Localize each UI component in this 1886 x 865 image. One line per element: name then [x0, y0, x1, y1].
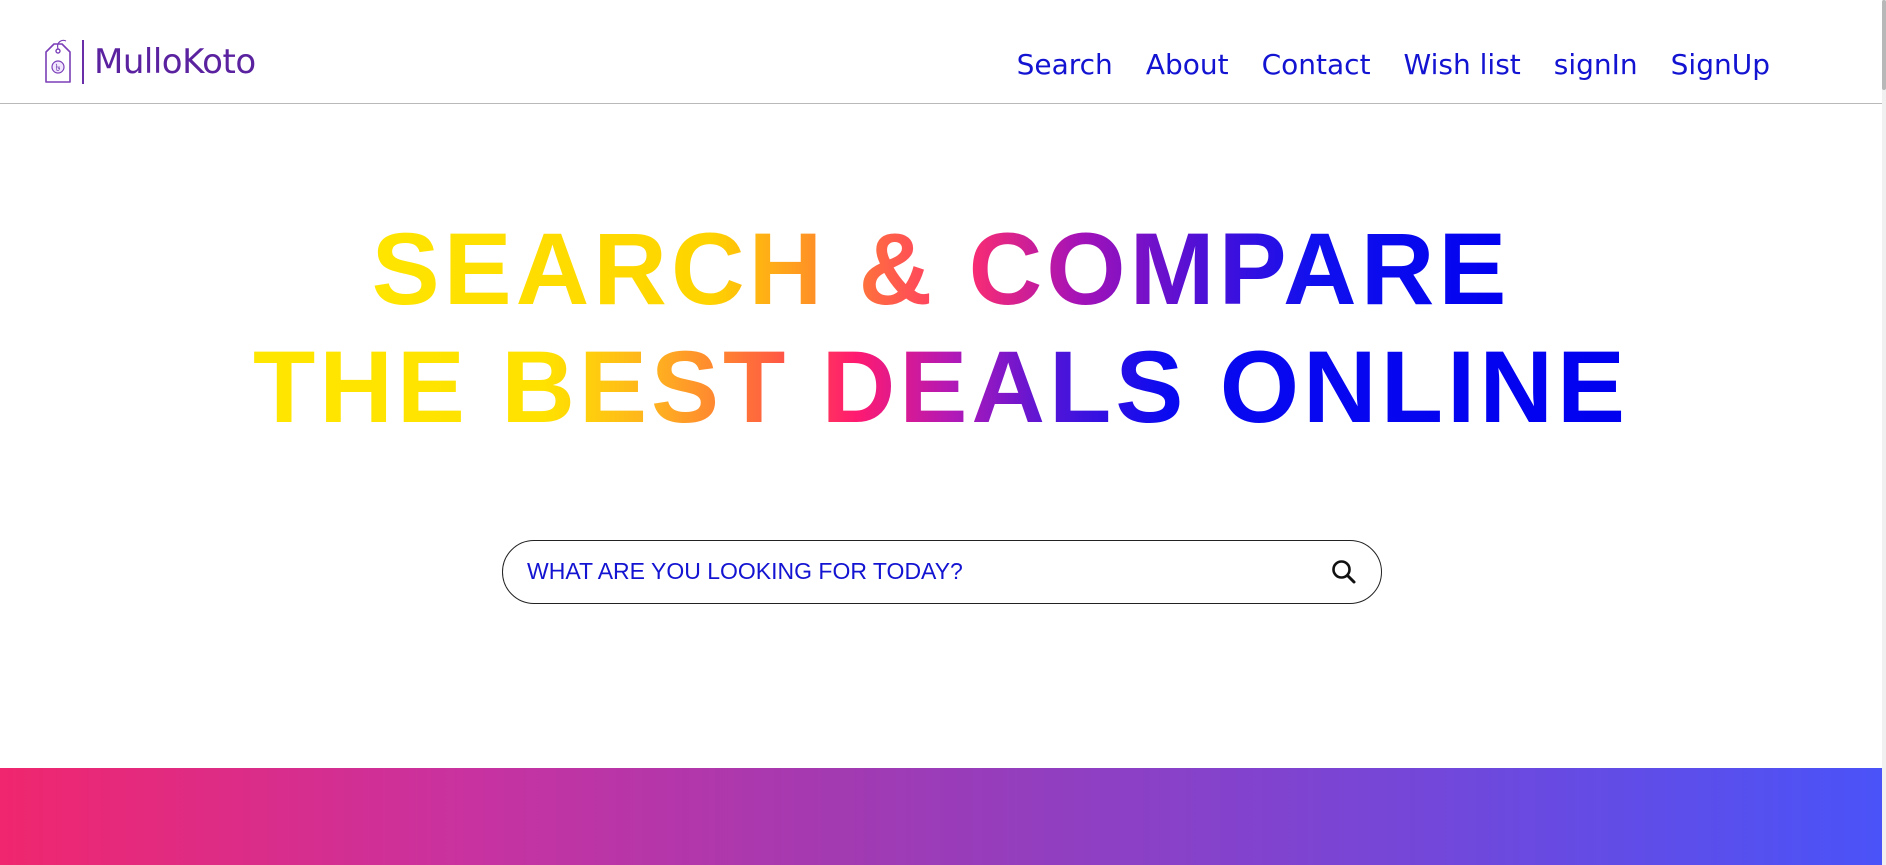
- top-navbar: ৳ MulloKoto Search About Contact Wish li…: [0, 0, 1882, 104]
- page-scrollbar[interactable]: [1882, 0, 1886, 865]
- scrollbar-thumb[interactable]: [1882, 0, 1886, 90]
- brand-logo-link[interactable]: ৳ MulloKoto: [40, 38, 256, 86]
- price-tag-icon: ৳: [45, 39, 71, 83]
- nav-link-search[interactable]: Search: [1017, 48, 1113, 82]
- hero-headline: SEARCH & COMPARE THE BEST DEALS ONLINE: [0, 210, 1882, 446]
- search-bar: [502, 540, 1382, 604]
- nav-link-sign-up[interactable]: SignUp: [1671, 48, 1770, 82]
- page: ৳ MulloKoto Search About Contact Wish li…: [0, 0, 1886, 865]
- main-navigation: Search About Contact Wish list signIn Si…: [1017, 48, 1770, 82]
- gradient-banner: [0, 768, 1882, 865]
- nav-link-sign-in[interactable]: signIn: [1554, 48, 1638, 82]
- hero-section: SEARCH & COMPARE THE BEST DEALS ONLINE: [0, 210, 1882, 446]
- hero-headline-line-1: SEARCH & COMPARE: [361, 210, 1521, 328]
- search-icon: [1332, 560, 1356, 584]
- brand-divider: [82, 40, 84, 84]
- brand-name: MulloKoto: [94, 42, 256, 82]
- search-button[interactable]: [1329, 557, 1359, 587]
- nav-link-contact[interactable]: Contact: [1262, 48, 1371, 82]
- svg-text:৳: ৳: [56, 63, 61, 74]
- hero-headline-line-2: THE BEST DEALS ONLINE: [232, 328, 1650, 446]
- nav-link-wish-list[interactable]: Wish list: [1404, 48, 1521, 82]
- nav-link-about[interactable]: About: [1146, 48, 1229, 82]
- search-input[interactable]: [527, 541, 1307, 602]
